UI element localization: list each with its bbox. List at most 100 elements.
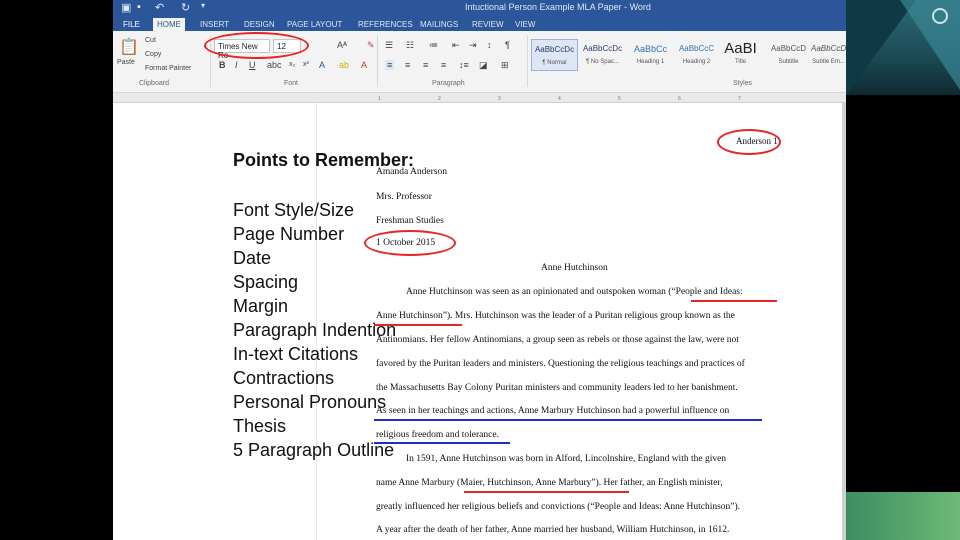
word-window: ▣ ▪ ↶ ↻ ▾ Intuctional Person Example MLA… (113, 0, 846, 540)
style-preview: AaBI (724, 40, 757, 57)
italic-button[interactable]: I (235, 60, 238, 70)
annotation-underline-citation (691, 300, 777, 302)
sort-icon[interactable]: ↕ (487, 40, 492, 50)
ruler-tick: 7 (738, 96, 741, 102)
group-label-clipboard: Clipboard (139, 80, 169, 87)
document-area: Anderson 1 Amanda Anderson Mrs. Professo… (113, 103, 846, 540)
superscript-button[interactable]: x² (303, 61, 309, 68)
bullets-icon[interactable]: ☰ (385, 40, 393, 51)
point-item: Personal Pronouns (233, 392, 387, 412)
style-heading-1[interactable]: AaBbCc Heading 1 (627, 39, 674, 71)
ribbon-tabs: FILE HOME INSERT DESIGN PAGE LAYOUT REFE… (113, 16, 846, 31)
ruler-tick: 6 (678, 96, 681, 102)
style-subtitle[interactable]: AaBbCcD Subtitle (765, 39, 812, 71)
qat-customize-icon[interactable]: ▾ (201, 1, 205, 10)
paste-button[interactable]: Paste (117, 59, 135, 66)
style-title[interactable]: AaBI Title (717, 39, 764, 71)
font-color-icon[interactable]: A (361, 60, 367, 70)
body-line: A year after the death of her father, An… (376, 525, 730, 535)
tab-mailings[interactable]: MAILINGS (416, 18, 462, 31)
tab-page-layout[interactable]: PAGE LAYOUT (283, 18, 346, 31)
clock-icon (932, 8, 948, 24)
style-subtle-emphasis[interactable]: AaBbCcD Subtle Em... (811, 39, 846, 71)
grow-font-icon[interactable]: Aᴬ (337, 40, 347, 50)
increase-indent-icon[interactable]: ⇥ (469, 40, 477, 51)
cut-button[interactable]: Cut (145, 37, 156, 44)
decrease-indent-icon[interactable]: ⇤ (452, 40, 460, 51)
tab-references[interactable]: REFERENCES (354, 18, 417, 31)
home-ribbon: 📋 Paste Cut Copy Format Painter Clipboar… (113, 31, 846, 93)
body-line: greatly influenced her religious beliefs… (376, 502, 741, 512)
justify-button[interactable]: ≡ (441, 60, 446, 70)
format-painter-button[interactable]: Format Painter (145, 65, 191, 72)
tab-view[interactable]: VIEW (511, 18, 539, 31)
ruler-tick: 5 (618, 96, 621, 102)
underline-button[interactable]: U (249, 60, 256, 70)
point-item: 5 Paragraph Outline (233, 440, 395, 460)
ruler-tick: 2 (438, 96, 441, 102)
body-line: name Anne Marbury (Maier, Hutchinson, An… (376, 478, 723, 488)
group-label-font: Font (284, 80, 299, 87)
highlight-icon[interactable]: ab (339, 60, 349, 70)
center-button[interactable]: ≡ (405, 60, 410, 70)
point-item: Date (233, 248, 272, 268)
tab-review[interactable]: REVIEW (468, 18, 508, 31)
slide: ▣ ▪ ↶ ↻ ▾ Intuctional Person Example MLA… (0, 0, 960, 540)
title-bar: ▣ ▪ ↶ ↻ ▾ Intuctional Person Example MLA… (113, 0, 846, 16)
style-name: Title (734, 59, 747, 65)
align-right-button[interactable]: ≡ (423, 60, 428, 70)
point-item: Paragraph Indention (233, 320, 397, 340)
clear-format-icon[interactable]: ✎ (367, 40, 375, 51)
vertical-scrollbar[interactable] (842, 103, 846, 540)
bold-button[interactable]: B (219, 60, 226, 70)
style-preview: AaBbCcDc (582, 44, 623, 53)
style-preview: AaBbCc (633, 44, 668, 54)
copy-button[interactable]: Copy (145, 51, 161, 58)
undo-icon[interactable]: ↶ (155, 1, 164, 14)
annotation-oval-font (204, 32, 309, 59)
text-effects-icon[interactable]: A (319, 60, 325, 70)
points-list: Font Style/Size Page Number Date Spacing… (233, 198, 396, 462)
decor-triangle (900, 0, 960, 90)
style-name: Heading 2 (682, 59, 711, 65)
word-app-icon[interactable]: ▣ (121, 1, 131, 14)
multilevel-list-icon[interactable]: ≔ (429, 40, 438, 51)
style-name: ¶ Normal (542, 60, 567, 66)
numbering-icon[interactable]: ☷ (406, 40, 414, 51)
tab-file[interactable]: FILE (119, 18, 144, 31)
point-item: Page Number (233, 224, 345, 244)
line-spacing-icon[interactable]: ↕≡ (459, 60, 469, 70)
ruler-tick: 4 (558, 96, 561, 102)
decor-bottom-band (846, 492, 960, 540)
subscript-button[interactable]: x₂ (289, 61, 295, 68)
tab-design[interactable]: DESIGN (240, 18, 279, 31)
ruler-tick: 3 (498, 96, 501, 102)
shading-icon[interactable]: ◪ (479, 60, 488, 71)
style-preview: AaBbCcD (811, 44, 846, 53)
group-label-styles: Styles (733, 80, 753, 87)
strikethrough-button[interactable]: abc (267, 60, 282, 70)
style-name: Subtitle (778, 59, 799, 65)
paste-icon[interactable]: 📋 (119, 37, 139, 57)
style-name: Subtle Em... (812, 59, 845, 65)
tab-insert[interactable]: INSERT (196, 18, 233, 31)
point-item: Thesis (233, 416, 287, 436)
ruler-tick: 1 (378, 96, 381, 102)
borders-icon[interactable]: ⊞ (501, 60, 509, 71)
style-preview: AaBbCcD (770, 44, 807, 53)
style-normal[interactable]: AaBbCcDc ¶ Normal (531, 39, 578, 71)
redo-icon[interactable]: ↻ (181, 1, 190, 14)
style-heading-2[interactable]: AaBbCcC Heading 2 (673, 39, 720, 71)
align-left-button[interactable]: ≡ (385, 60, 395, 70)
points-title: Points to Remember: (233, 150, 415, 170)
save-icon[interactable]: ▪ (137, 1, 141, 13)
show-marks-icon[interactable]: ¶ (505, 40, 510, 50)
tab-home[interactable]: HOME (153, 18, 185, 31)
essay-title: Anne Hutchinson (541, 263, 608, 273)
point-item: In-text Citations (233, 344, 359, 364)
point-item: Font Style/Size (233, 200, 355, 220)
horizontal-ruler[interactable]: 1 2 3 4 5 6 7 (113, 93, 846, 103)
body-line: Anne Hutchinson was seen as an opinionat… (406, 287, 743, 297)
style-no-spacing[interactable]: AaBbCcDc ¶ No Spac... (579, 39, 626, 71)
annotation-oval-page-number (717, 129, 781, 155)
